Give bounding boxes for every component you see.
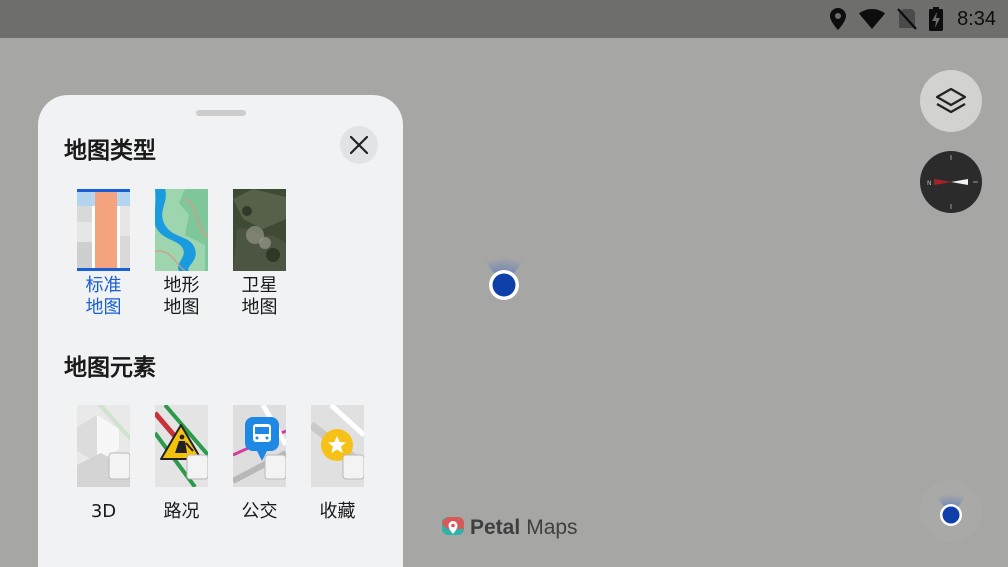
brand-name-light: Maps: [526, 516, 578, 539]
status-icons: 8:34: [829, 0, 996, 38]
traffic-thumbnail: [155, 405, 208, 487]
satellite-map-thumbnail: [233, 189, 286, 271]
transit-thumbnail: [233, 405, 286, 487]
map-element-label: 路况: [163, 501, 200, 522]
location-pin-icon: [830, 8, 847, 30]
map-element-label: 收藏: [319, 501, 356, 522]
map-element-traffic[interactable]: 路况: [155, 405, 208, 523]
map-element-label: 公交: [241, 501, 278, 522]
3d-buildings-thumbnail: [77, 405, 130, 487]
standard-map-thumbnail: [77, 189, 130, 271]
map-type-standard[interactable]: 标准 地图: [77, 189, 130, 319]
petal-maps-icon: [442, 517, 464, 535]
close-button[interactable]: [340, 126, 378, 164]
no-sim-icon: [897, 8, 917, 30]
map-element-transit[interactable]: 公交: [233, 405, 286, 523]
terrain-map-thumbnail: [155, 189, 208, 271]
map-type-title: 地图类型: [64, 138, 156, 164]
compass-icon: N: [927, 155, 978, 209]
petal-maps-logo: Petal Maps: [442, 514, 578, 542]
favorites-thumbnail: [311, 405, 364, 487]
my-location-button[interactable]: [920, 480, 982, 542]
compass-button[interactable]: N: [920, 151, 982, 213]
current-location-marker: [480, 252, 528, 300]
map-type-label: 卫星 地图: [241, 275, 278, 318]
map-type-terrain[interactable]: 地形 地图: [155, 189, 208, 319]
wifi-icon: [859, 9, 886, 29]
layers-button[interactable]: [920, 70, 982, 132]
map-type-label: 标准 地图: [85, 275, 122, 318]
map-type-label: 地形 地图: [163, 275, 200, 318]
svg-text:N: N: [927, 180, 932, 187]
map-element-3d[interactable]: 3D: [77, 405, 130, 523]
battery-charging-icon: [929, 7, 944, 31]
map-layers-panel: 地图类型 标准 地图 地形 地图 卫星 地图 地图元素 3D 路况 公交 收藏: [38, 95, 403, 567]
drag-handle[interactable]: [196, 110, 246, 116]
status-bar: 8:34: [0, 0, 1008, 38]
brand-name-bold: Petal: [470, 516, 521, 539]
layers-icon: [935, 87, 967, 114]
close-icon: [349, 135, 369, 155]
map-elements-title: 地图元素: [64, 355, 156, 381]
map-element-label: 3D: [90, 501, 117, 522]
map-element-favorites[interactable]: 收藏: [311, 405, 364, 523]
my-location-icon: [933, 489, 969, 526]
status-time: 8:34: [957, 7, 996, 30]
map-type-satellite[interactable]: 卫星 地图: [233, 189, 286, 319]
